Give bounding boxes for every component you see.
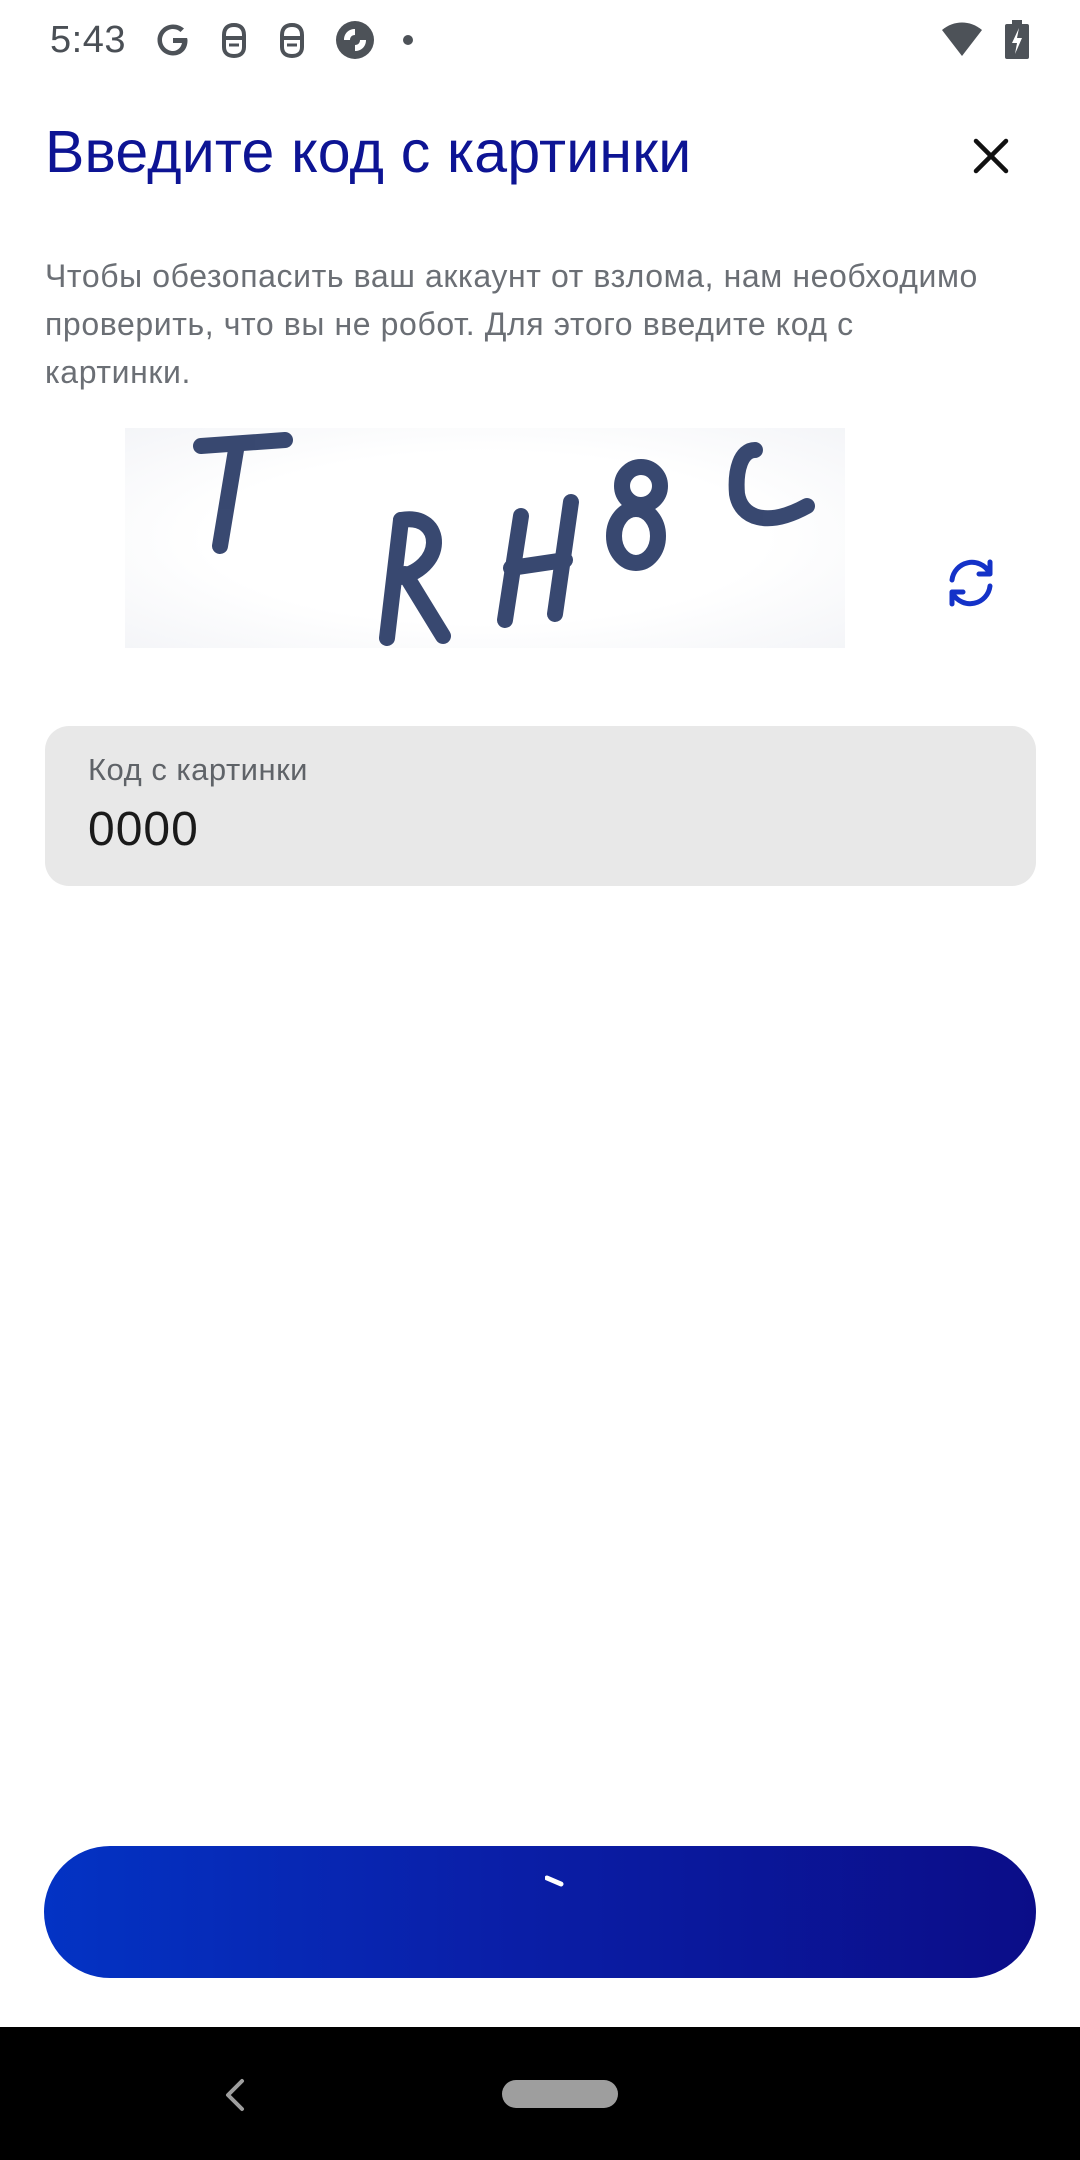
page-title: Введите код с картинки xyxy=(45,119,692,185)
close-icon xyxy=(973,138,1009,174)
status-bar: 5:43 xyxy=(0,0,1080,80)
captcha-code-input[interactable] xyxy=(88,802,993,857)
notification-app-icon xyxy=(279,22,304,59)
captcha-screen: 5:43 Введите код с картинки Чтобы обезоп… xyxy=(0,0,1080,2160)
battery-charging-icon xyxy=(1005,20,1029,59)
status-system-icons xyxy=(940,20,1030,60)
loading-spinner-icon xyxy=(545,1875,564,1887)
back-icon[interactable] xyxy=(222,2077,248,2113)
submit-button[interactable] xyxy=(44,1846,1036,1978)
status-time: 5:43 xyxy=(50,18,126,61)
captcha-code-label: Код с картинки xyxy=(88,752,308,787)
home-pill[interactable] xyxy=(502,2080,618,2108)
dot-icon xyxy=(402,35,413,45)
captcha-code-field[interactable]: Код с картинки xyxy=(45,726,1036,886)
app-circle-icon xyxy=(335,21,374,59)
refresh-icon xyxy=(949,559,993,607)
status-notification-icons xyxy=(154,19,414,61)
system-navigation-bar xyxy=(0,2027,1080,2160)
captcha-glyphs xyxy=(193,432,815,646)
description-text: Чтобы обезопасить ваш аккаунт от взлома,… xyxy=(45,258,978,390)
google-icon xyxy=(157,24,188,56)
refresh-captcha-button[interactable] xyxy=(940,552,1002,614)
notification-app-icon xyxy=(221,22,246,59)
close-button[interactable] xyxy=(966,131,1016,181)
wifi-icon xyxy=(942,22,982,56)
captcha-image xyxy=(125,428,845,648)
